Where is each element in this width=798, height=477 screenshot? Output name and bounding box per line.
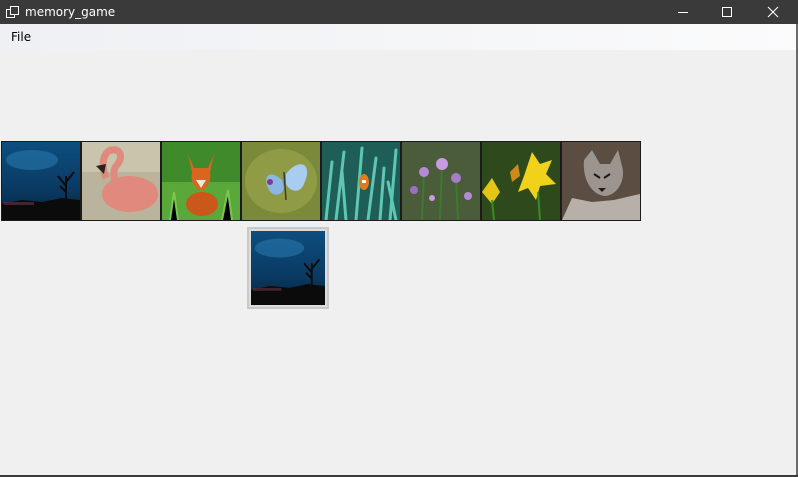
card-7[interactable] [481, 141, 561, 221]
selected-card[interactable] [247, 227, 329, 309]
card-5[interactable] [321, 141, 401, 221]
butterfly-image [242, 142, 320, 220]
fox-image [162, 142, 240, 220]
anemone-image [322, 142, 400, 220]
close-button[interactable] [750, 0, 796, 24]
wolf-image [562, 142, 640, 220]
flamingo-image [82, 142, 160, 220]
yellow-flowers-image [482, 142, 560, 220]
close-icon [767, 6, 779, 18]
menu-bar: File [0, 24, 796, 50]
card-1[interactable] [1, 141, 81, 221]
minimize-button[interactable] [660, 0, 706, 24]
menu-file[interactable]: File [5, 28, 37, 46]
maximize-icon [722, 7, 732, 17]
maximize-button[interactable] [704, 0, 750, 24]
card-2[interactable] [81, 141, 161, 221]
night-tree-image [251, 231, 325, 305]
game-board [0, 50, 796, 475]
app-icon [6, 6, 19, 18]
card-3[interactable] [161, 141, 241, 221]
window-title: memory_game [25, 5, 116, 19]
wildflowers-image [402, 142, 480, 220]
card-8[interactable] [561, 141, 641, 221]
card-4[interactable] [241, 141, 321, 221]
night-tree-image [2, 142, 80, 220]
title-bar: memory_game [0, 0, 798, 24]
card-6[interactable] [401, 141, 481, 221]
minimize-icon [678, 12, 688, 13]
